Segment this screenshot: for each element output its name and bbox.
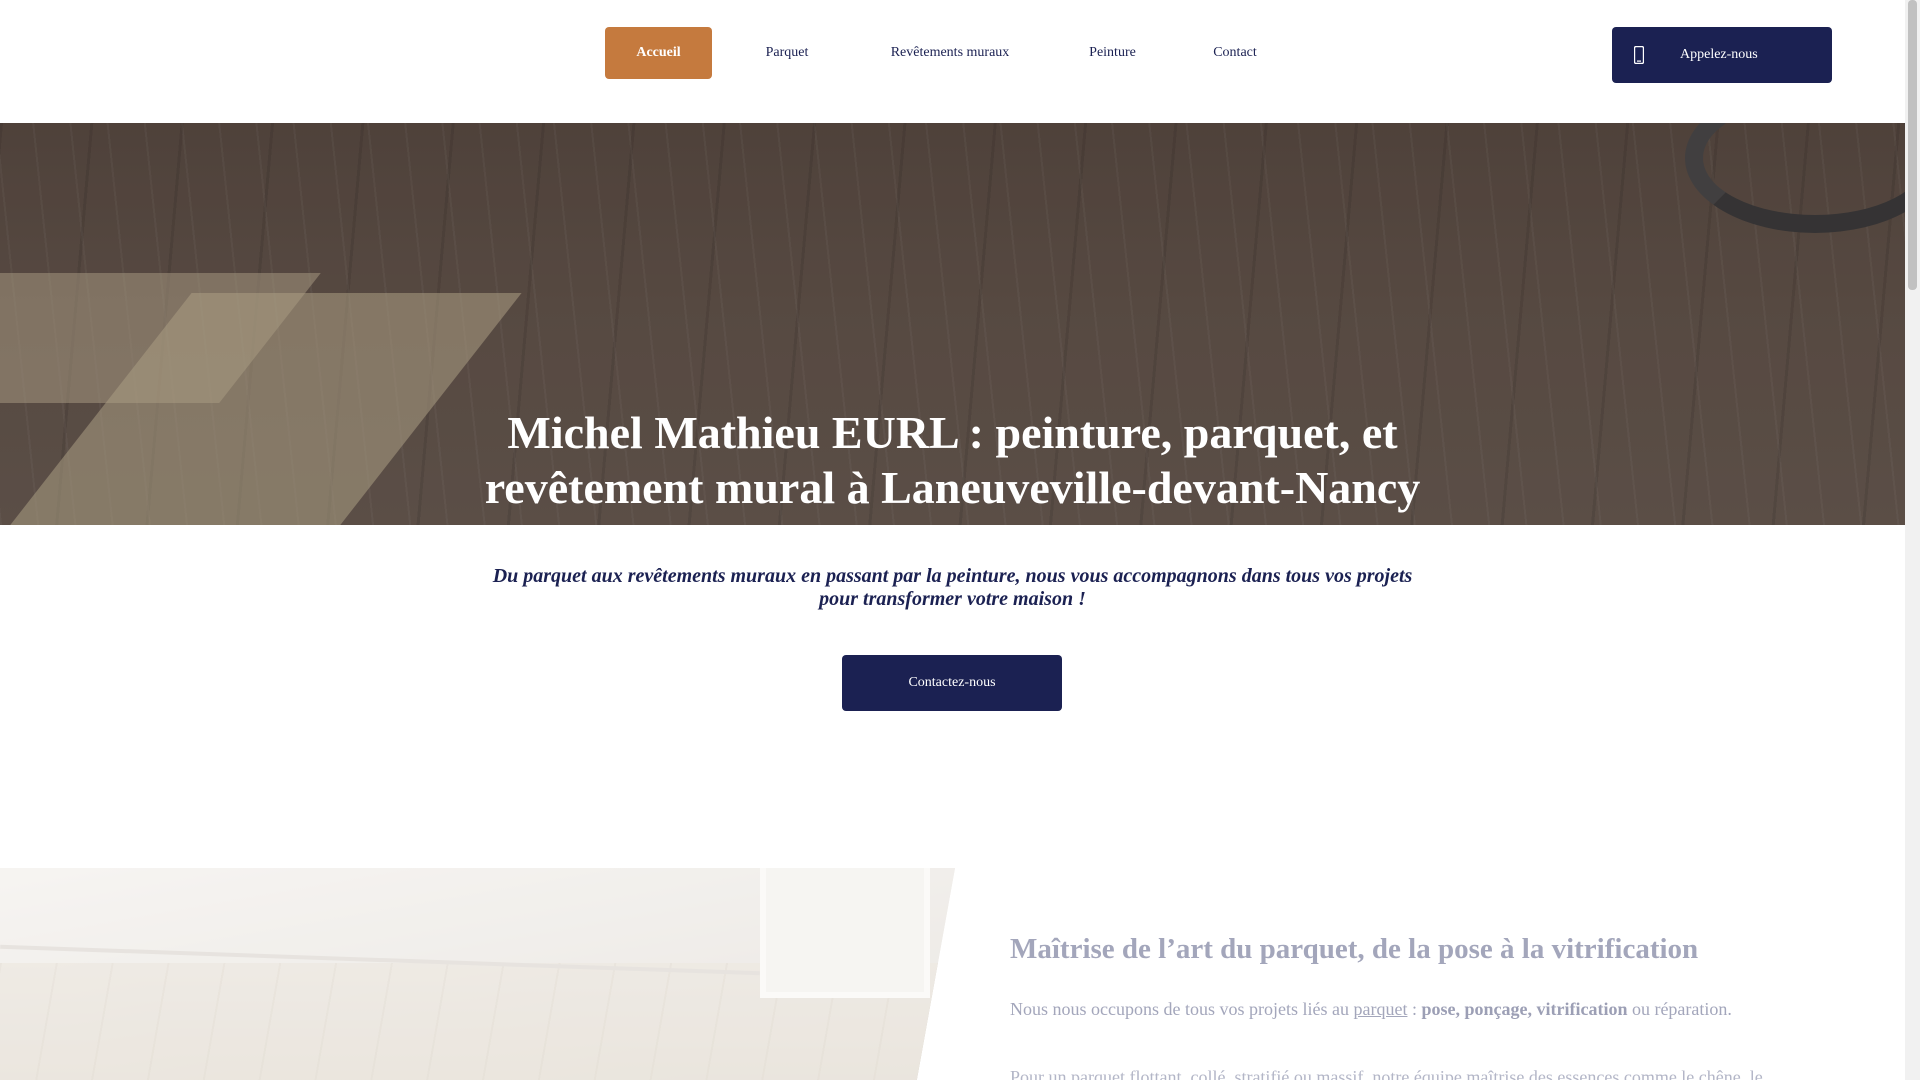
call-button[interactable]: Appelez-nous (1612, 27, 1832, 83)
hero-title: Michel Mathieu EURL : peinture, parquet,… (484, 407, 1421, 513)
scrollbar-thumb[interactable] (1908, 0, 1917, 290)
scrollbar[interactable] (1905, 0, 1920, 1080)
section-title: Maîtrise de l’art du parquet, de la pose… (1010, 933, 1699, 965)
parquet-link[interactable]: parquet (1353, 999, 1407, 1019)
intro-text: Du parquet aux revêtements muraux en pas… (492, 565, 1413, 610)
nav-item-peinture[interactable]: Peinture (1045, 27, 1180, 79)
call-button-label: Appelez-nous (1680, 47, 1758, 62)
section-paragraph-2: Pour un parquet flottant, collé, stratif… (1010, 1067, 1763, 1080)
site-header: Accueil Parquet Revêtements muraux Peint… (0, 0, 1905, 123)
phone-icon (1632, 45, 1646, 65)
parquet-room-image (0, 868, 955, 1080)
nav-item-contact[interactable]: Contact (1180, 27, 1290, 79)
nav-item-revetements-muraux[interactable]: Revêtements muraux (855, 27, 1045, 79)
contact-button[interactable]: Contactez-nous (842, 655, 1062, 711)
hero-banner: Michel Mathieu EURL : peinture, parquet,… (0, 123, 1905, 525)
nav-item-parquet[interactable]: Parquet (719, 27, 855, 79)
main-nav: Accueil Parquet Revêtements muraux Peint… (605, 27, 1290, 79)
section-paragraph: Nous nous occupons de tous vos projets l… (1010, 999, 1732, 1019)
nav-item-accueil[interactable]: Accueil (605, 27, 712, 79)
parquet-section: Maîtrise de l’art du parquet, de la pose… (0, 868, 1905, 1080)
